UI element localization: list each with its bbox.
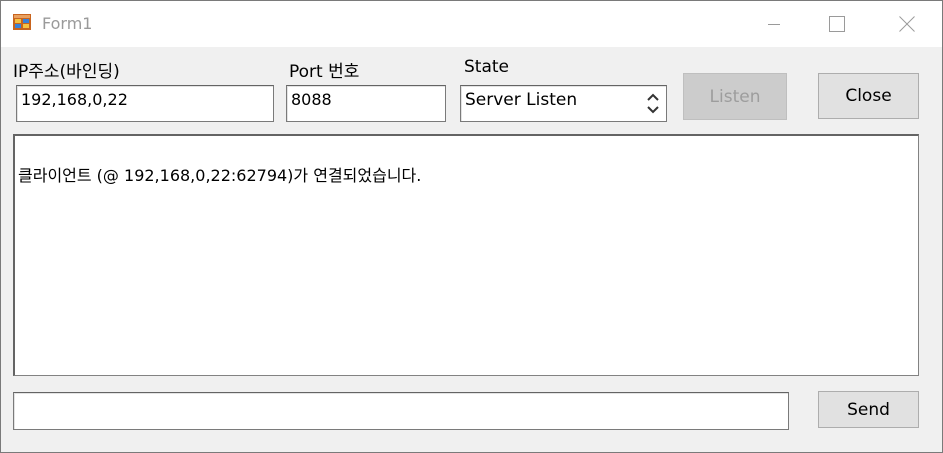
- close-icon: [899, 16, 915, 32]
- minimize-button[interactable]: [751, 1, 797, 47]
- maximize-icon: [829, 16, 845, 32]
- port-label: Port 번호: [289, 62, 360, 82]
- send-button[interactable]: Send: [818, 391, 919, 428]
- ip-label: IP주소(바인딩): [13, 62, 120, 82]
- listen-button[interactable]: Listen: [683, 73, 787, 120]
- close-window-button[interactable]: [884, 1, 930, 47]
- title-bar[interactable]: Form1: [1, 1, 942, 47]
- main-window: Form1 IP주소(바인딩) Port 번호 State 192,168,0,…: [0, 0, 943, 453]
- state-spinner[interactable]: Server Listen: [460, 85, 667, 122]
- state-value: Server Listen: [465, 90, 578, 110]
- spinner-arrows-icon[interactable]: [644, 88, 662, 118]
- minimize-icon: [768, 24, 780, 25]
- close-button[interactable]: Close: [818, 73, 919, 119]
- ip-address-input[interactable]: 192,168,0,22: [16, 85, 274, 122]
- form-app-icon: [13, 14, 31, 30]
- port-input[interactable]: 8088: [286, 85, 446, 122]
- maximize-button[interactable]: [814, 1, 860, 47]
- log-line: 클라이언트 (@ 192,168,0,22:62794)가 연결되었습니다.: [18, 166, 422, 185]
- message-input[interactable]: [13, 392, 789, 430]
- state-label: State: [464, 57, 509, 77]
- message-log[interactable]: 클라이언트 (@ 192,168,0,22:62794)가 연결되었습니다.: [13, 134, 919, 376]
- window-title: Form1: [42, 14, 93, 33]
